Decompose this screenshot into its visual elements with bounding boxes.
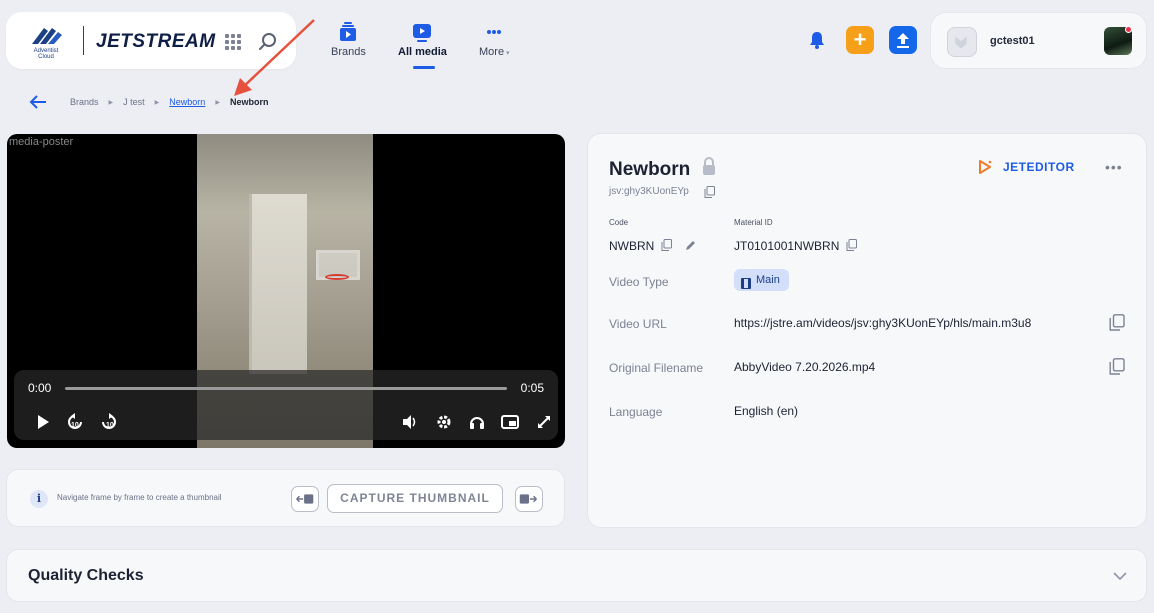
brand-bar: Adventist Cloud JETSTREAM: [6, 12, 296, 69]
chevron-down-icon[interactable]: [1112, 570, 1128, 582]
tab-more[interactable]: More ▾: [479, 22, 510, 58]
back-arrow-icon[interactable]: [28, 93, 48, 111]
svg-text:10: 10: [106, 422, 114, 429]
thumbnail-hint: Navigate frame by frame to create a thum…: [57, 493, 222, 502]
current-time: 0:00: [28, 381, 52, 395]
jetstream-logo[interactable]: JETSTREAM: [96, 31, 216, 53]
add-button[interactable]: +: [846, 26, 874, 54]
copy-material-id-icon[interactable]: [846, 239, 857, 251]
video-type-label: Video Type: [609, 275, 669, 289]
lock-icon: [703, 157, 715, 175]
copy-code-icon[interactable]: [661, 239, 672, 251]
notification-dot: [1125, 26, 1132, 33]
tab-all-media[interactable]: All media: [398, 22, 447, 58]
jeteditor-label: JETEDITOR: [1003, 160, 1075, 174]
breadcrumb-separator-icon: ▶: [108, 99, 114, 106]
organization-avatar: [947, 27, 977, 57]
copy-filename-icon[interactable]: [1109, 358, 1125, 375]
video-type-badge: Main: [734, 269, 789, 291]
upload-icon: [897, 33, 909, 48]
code-label: Code: [609, 218, 629, 227]
tab-brands[interactable]: Brands: [331, 22, 366, 58]
breadcrumb-j-test[interactable]: J test: [123, 97, 145, 107]
play-icon[interactable]: [34, 413, 52, 431]
video-frame-door: [249, 194, 307, 374]
volume-icon[interactable]: [401, 413, 419, 431]
copy-url-icon[interactable]: [1109, 314, 1125, 331]
language-label: Language: [609, 405, 663, 419]
thumbnail-toolbar: i Navigate frame by frame to create a th…: [6, 469, 565, 527]
video-url-label: Video URL: [609, 317, 667, 331]
quality-checks-panel[interactable]: Quality Checks: [6, 549, 1147, 602]
tab-all-media-label: All media: [398, 46, 447, 58]
page-title: Newborn: [609, 159, 691, 180]
brands-icon: [340, 22, 357, 41]
material-id-label: Material ID: [734, 218, 773, 227]
breadcrumb-newborn-link[interactable]: Newborn: [169, 97, 205, 107]
breadcrumb-separator-icon: ▶: [215, 99, 220, 106]
user-menu[interactable]: gctest01: [930, 12, 1147, 69]
active-tab-indicator: [413, 66, 435, 69]
media-id: jsv:ghy3KUonEYp: [609, 186, 689, 197]
search-icon[interactable]: [258, 32, 278, 52]
duration: 0:05: [520, 381, 544, 395]
user-name: gctest01: [990, 35, 1035, 47]
rewind-10-icon[interactable]: 10: [66, 413, 84, 431]
breadcrumb: Brands ▶ J test ▶ Newborn ▶ Newborn: [70, 97, 268, 107]
previous-frame-button[interactable]: [291, 486, 319, 512]
bell-icon[interactable]: [808, 30, 826, 50]
previous-frame-icon: [296, 494, 314, 504]
seek-bar[interactable]: [65, 387, 507, 390]
breadcrumb-current: Newborn: [229, 97, 269, 107]
audio-track-icon[interactable]: [468, 413, 486, 431]
player-controls: 0:00 0:05 10 10: [14, 370, 558, 440]
more-options-icon[interactable]: •••: [1105, 159, 1123, 175]
logo-subtext: Adventist Cloud: [33, 48, 59, 60]
logo-divider: [83, 26, 84, 55]
settings-gear-icon[interactable]: [435, 413, 453, 431]
original-filename-value: AbbyVideo 7.20.2026.mp4: [734, 360, 876, 374]
tab-more-label: More: [479, 46, 505, 58]
capture-thumbnail-button[interactable]: CAPTURE THUMBNAIL: [327, 484, 503, 513]
code-value: NWBRN: [609, 239, 655, 253]
apps-grid-icon[interactable]: [225, 34, 241, 50]
media-icon: [413, 24, 432, 42]
video-type-value: Main: [756, 274, 780, 286]
quality-checks-title: Quality Checks: [28, 567, 144, 584]
fullscreen-icon[interactable]: [535, 413, 553, 431]
tab-brands-label: Brands: [331, 46, 366, 58]
film-icon: [741, 275, 751, 289]
chevron-down-icon: ▾: [504, 50, 510, 57]
language-value: English (en): [734, 404, 799, 418]
video-url-value[interactable]: https://jstre.am/videos/jsv:ghy3KUonEYp/…: [734, 316, 1031, 330]
svg-text:10: 10: [71, 422, 79, 429]
original-filename-label: Original Filename: [609, 361, 704, 375]
next-frame-icon: [519, 494, 537, 504]
copy-icon[interactable]: [704, 186, 715, 198]
edit-pencil-icon[interactable]: [685, 239, 696, 251]
breadcrumb-separator-icon: ▶: [154, 99, 160, 106]
picture-in-picture-icon[interactable]: [501, 413, 519, 431]
poster-alt-text: media-poster: [9, 136, 74, 148]
breadcrumb-brands[interactable]: Brands: [70, 97, 99, 107]
more-icon: [487, 30, 502, 34]
material-id-value: JT0101001NWBRN: [734, 239, 840, 253]
jeteditor-button[interactable]: JETEDITOR: [977, 159, 1075, 175]
next-frame-button[interactable]: [515, 486, 543, 512]
shield-icon: [955, 36, 967, 49]
upload-button[interactable]: [889, 26, 917, 54]
video-frame-ring: [325, 274, 349, 280]
jeteditor-icon: [979, 160, 992, 174]
info-icon: i: [30, 490, 48, 508]
media-details-card: Newborn jsv:ghy3KUonEYp JETEDITOR ••• Co…: [587, 133, 1147, 528]
video-player[interactable]: media-poster 0:00 0:05 10 10: [7, 134, 565, 448]
forward-10-icon[interactable]: 10: [100, 413, 118, 431]
